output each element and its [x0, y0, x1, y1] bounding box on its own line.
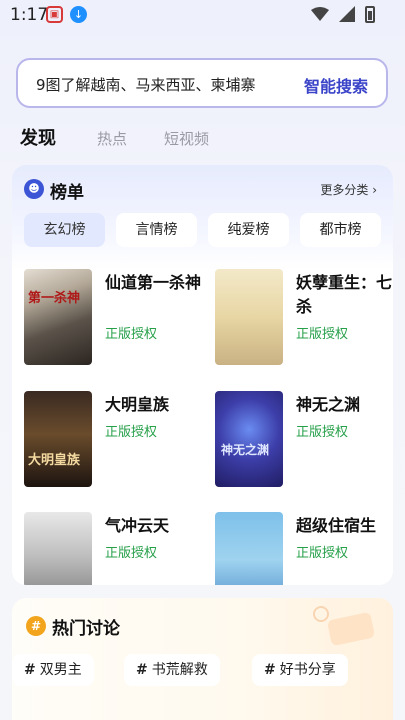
ranking-icon: ☻: [24, 179, 44, 199]
book-item[interactable]: 气冲云天 正版授权: [24, 512, 204, 585]
book-title[interactable]: 大明皇族: [105, 393, 205, 417]
book-item[interactable]: 第一杀神 仙道第一杀神 正版授权: [24, 269, 204, 369]
cover-title-text: 第一杀神: [28, 291, 81, 306]
book-title[interactable]: 气冲云天: [105, 514, 205, 538]
tab-hot[interactable]: 热点: [97, 128, 127, 149]
license-tag: 正版授权: [296, 425, 349, 440]
search-query[interactable]: 9图了解越南、马来西亚、柬埔寨: [36, 74, 256, 95]
smart-search-button[interactable]: 智能搜索: [304, 73, 368, 97]
license-tag: 正版授权: [296, 546, 349, 561]
cover-title-text: 大明皇族: [28, 453, 81, 468]
chip-urban[interactable]: 都市榜: [300, 213, 381, 247]
topic-chip[interactable]: # 好书分享: [252, 654, 348, 686]
license-tag: 正版授权: [105, 546, 158, 561]
topic-label: 书荒解救: [151, 662, 208, 678]
topic-label: 双男主: [39, 662, 82, 678]
notification-app-icon: ▣: [46, 6, 63, 23]
download-icon: ↓: [70, 6, 87, 23]
book-item[interactable]: 神无之渊 神无之渊 正版授权: [215, 391, 393, 491]
more-categories-label: 更多分类: [320, 183, 369, 197]
signal-icon: [339, 6, 355, 22]
more-categories-link[interactable]: 更多分类 ›: [320, 181, 377, 198]
decorative-circle: [313, 606, 329, 622]
hash-icon: #: [24, 662, 36, 678]
discussion-hash-icon: #: [26, 616, 46, 636]
book-cover[interactable]: [24, 512, 92, 585]
book-cover[interactable]: 大明皇族: [24, 391, 92, 487]
book-title[interactable]: 仙道第一杀神: [105, 271, 205, 295]
hash-icon: #: [264, 662, 276, 678]
chip-bl[interactable]: 纯爱榜: [208, 213, 289, 247]
book-title[interactable]: 妖孽重生：七杀: [296, 271, 393, 319]
license-tag: 正版授权: [105, 425, 158, 440]
chip-romance[interactable]: 言情榜: [116, 213, 197, 247]
license-tag: 正版授权: [296, 327, 349, 342]
book-item[interactable]: 妖孽重生：七杀 正版授权: [215, 269, 393, 369]
book-cover[interactable]: [215, 512, 283, 585]
book-title[interactable]: 超级住宿生: [296, 514, 393, 538]
ranking-title: 榜单: [50, 183, 84, 203]
tab-short-video[interactable]: 短视频: [164, 128, 209, 149]
chevron-right-icon: ›: [372, 183, 377, 197]
topic-label: 好书分享: [279, 662, 336, 678]
hash-icon: #: [136, 662, 148, 678]
book-title[interactable]: 神无之渊: [296, 393, 393, 417]
tab-discover[interactable]: 发现: [20, 124, 56, 150]
book-item[interactable]: 超级住宿生 正版授权: [215, 512, 393, 585]
book-cover[interactable]: 第一杀神: [24, 269, 92, 365]
status-time: 1:17: [10, 5, 49, 25]
discussion-title: 热门讨论: [52, 619, 120, 639]
topic-chip[interactable]: # 书荒解救: [124, 654, 220, 686]
wifi-icon: [311, 7, 329, 21]
hot-discussion-card: # 热门讨论 # 双男主 # 书荒解救 # 好书分享: [12, 598, 393, 720]
battery-icon: [365, 6, 375, 23]
chip-fantasy[interactable]: 玄幻榜: [24, 213, 105, 247]
ranking-card: ☻ 榜单 更多分类 › 玄幻榜 言情榜 纯爱榜 都市榜 第一杀神 仙道第一杀神 …: [12, 165, 393, 585]
search-bar[interactable]: 9图了解越南、马来西亚、柬埔寨 智能搜索: [16, 58, 388, 108]
book-cover[interactable]: 神无之渊: [215, 391, 283, 487]
decorative-tag-icon: [326, 611, 376, 647]
book-item[interactable]: 大明皇族 大明皇族 正版授权: [24, 391, 204, 491]
status-bar: 1:17 ▣ ↓: [0, 0, 405, 30]
book-cover[interactable]: [215, 269, 283, 365]
topic-chip[interactable]: # 双男主: [12, 654, 94, 686]
license-tag: 正版授权: [105, 327, 158, 342]
cover-title-text: 神无之渊: [221, 443, 270, 457]
